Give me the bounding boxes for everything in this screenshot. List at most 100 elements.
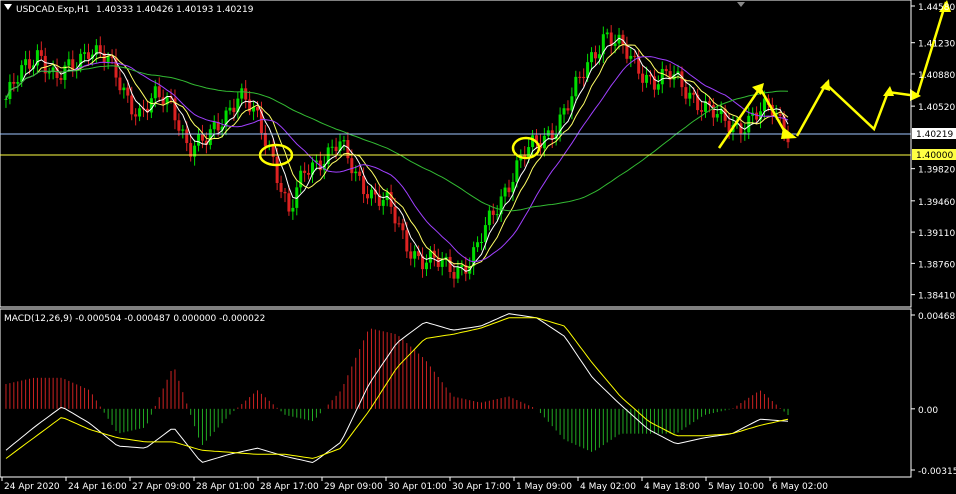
candle-body <box>562 108 566 115</box>
symbol-header: USDCAD.Exp,H1 <box>16 5 90 15</box>
candle-body <box>138 108 142 117</box>
candle-body <box>574 76 578 97</box>
candle-body <box>67 59 71 66</box>
candle-body <box>605 32 609 35</box>
candle-body <box>424 262 428 270</box>
candle-body <box>342 140 346 142</box>
ohlc-header: 1.40333 1.40426 1.40193 1.40219 <box>96 5 254 15</box>
price-tick-label: 1.39110 <box>918 229 955 239</box>
candle-body <box>487 210 491 226</box>
candle-body <box>263 133 267 147</box>
candle-body <box>16 82 20 84</box>
candle-body <box>330 146 334 148</box>
candle-body <box>660 68 664 85</box>
candle-body <box>405 230 409 252</box>
candle-body <box>546 130 550 136</box>
candle-body <box>279 182 283 192</box>
candle-body <box>503 187 507 197</box>
candle-body <box>362 175 366 195</box>
time-tick-label: 24 Apr 2020 <box>4 482 60 492</box>
candle-body <box>358 171 362 176</box>
macd-tick-label: 0.00 <box>918 406 938 416</box>
candle-body <box>350 158 354 174</box>
candle-body <box>291 207 295 212</box>
candle-body <box>98 45 102 54</box>
price-tick-label: 1.39820 <box>918 166 955 176</box>
macd-tick-label: -0.00315 <box>918 467 956 477</box>
candle-body <box>428 250 432 263</box>
time-tick-label: 6 May 02:00 <box>772 482 828 492</box>
time-tick-label: 28 Apr 01:00 <box>196 482 255 492</box>
macd-header: MACD(12,26,9) -0.000504 -0.000487 0.0000… <box>4 314 265 324</box>
candle-body <box>307 172 311 175</box>
candle-body <box>684 87 688 99</box>
candle-body <box>28 59 32 69</box>
price-tick-label: 1.38410 <box>918 292 955 302</box>
candle-body <box>86 52 90 59</box>
candle-body <box>283 191 287 194</box>
candle-body <box>177 120 181 131</box>
candle-body <box>118 77 122 91</box>
candle-body <box>334 146 338 152</box>
candle-body <box>134 114 138 117</box>
price-tick-label: 1.40520 <box>918 103 955 113</box>
time-tick-label: 24 Apr 16:00 <box>68 482 127 492</box>
candle-body <box>700 110 704 112</box>
price-tick-label: 1.44580 <box>918 3 955 13</box>
candle-body <box>255 106 259 111</box>
price-tick-label: 1.40880 <box>918 71 955 81</box>
candle-body <box>645 74 649 83</box>
candle-body <box>593 52 597 59</box>
time-tick-label: 1 May 09:00 <box>516 482 572 492</box>
candle-body <box>287 193 291 212</box>
time-tick-label: 4 May 18:00 <box>644 482 700 492</box>
candle-body <box>381 200 385 206</box>
candle-body <box>83 52 87 54</box>
candle-body <box>483 225 487 243</box>
candle-body <box>240 88 244 99</box>
candle-body <box>393 206 397 224</box>
candle-body <box>747 115 751 133</box>
candle-body <box>476 242 480 248</box>
candle-body <box>4 98 8 100</box>
candle-body <box>47 72 51 74</box>
candle-body <box>413 251 417 259</box>
price-tick-label: 1.38760 <box>918 260 955 270</box>
candle-body <box>515 160 519 182</box>
candle-body <box>460 265 464 268</box>
time-tick-label: 29 Apr 09:00 <box>324 482 383 492</box>
candle-body <box>232 107 236 113</box>
candle-body <box>303 170 307 173</box>
candle-body <box>130 95 134 115</box>
time-tick-label: 30 Apr 01:00 <box>388 482 447 492</box>
candle-body <box>550 130 554 140</box>
level-price-label: 1.40000 <box>916 151 953 161</box>
candle-body <box>507 187 511 193</box>
candle-body <box>491 210 495 215</box>
candle-body <box>39 50 43 56</box>
candle-body <box>212 122 216 130</box>
candle-body <box>275 156 279 183</box>
candle-body <box>778 114 782 116</box>
candle-body <box>366 194 370 199</box>
candle-body <box>452 271 456 279</box>
candle-body <box>641 73 645 83</box>
candle-body <box>656 84 660 90</box>
candle-body <box>369 189 373 199</box>
price-tick-label: 1.41230 <box>918 40 955 50</box>
candle-body <box>479 242 483 244</box>
time-tick-label: 4 May 02:00 <box>580 482 636 492</box>
candle-body <box>755 112 759 120</box>
candle-body <box>354 171 358 174</box>
candle-body <box>106 56 110 63</box>
chart-canvas: USDCAD.Exp,H1 1.40333 1.40426 1.40193 1.… <box>0 0 956 494</box>
candle-body <box>688 92 692 99</box>
candle-body <box>126 87 130 96</box>
candle-body <box>299 170 303 188</box>
macd-tick-label: 0.00468 <box>918 312 955 322</box>
candle-body <box>401 223 405 231</box>
candle-body <box>244 88 248 100</box>
candle-body <box>664 68 668 72</box>
time-tick-label: 27 Apr 09:00 <box>132 482 191 492</box>
candle-body <box>157 86 161 98</box>
